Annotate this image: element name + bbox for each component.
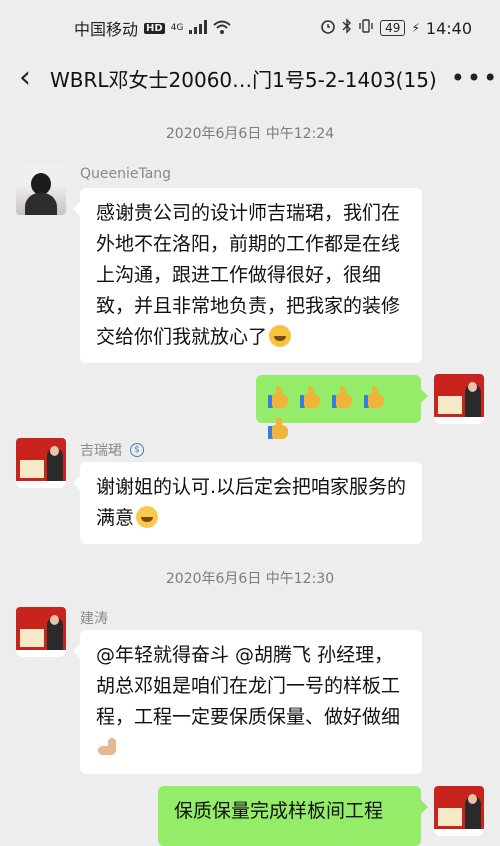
sender-name: QueenieTang [80,166,171,182]
muscle-emoji-icon [96,736,120,758]
carrier-label: 中国移动 [74,20,139,39]
sender-label: QueenieTang [80,166,172,182]
message-text: 感谢贵公司的设计师吉瑞珺，我们在外地不在洛阳，前期的工作都是在线上沟通，跟进工作… [96,202,401,348]
thumbs-up-icon [268,386,290,410]
message-text: @年轻就得奋斗 @胡腾飞 孙经理，胡总邓姐是咱们在龙门一号的样板工程，工程一定要… [96,644,401,728]
grin-emoji-icon [269,325,292,347]
status-right: 49 ⚡ 14:40 [320,18,472,38]
more-button[interactable]: ••• [450,64,500,92]
chat-header: ‹ WBRL邓女士20060…门1号5-2-1403(15) ••• [0,56,500,100]
thumbs-up-icon [364,386,386,410]
message-bubble[interactable]: @年轻就得奋斗 @胡腾飞 孙经理，胡总邓姐是咱们在龙门一号的样板工程，工程一定要… [73,630,422,774]
verified-icon: $ [130,443,144,457]
my-avatar[interactable] [434,786,484,836]
message-bubble[interactable]: 保质保量完成样板间工程 [158,786,428,846]
sender-label: 吉瑞珺 [80,443,122,459]
avatar[interactable] [16,438,66,488]
message-timestamp: 2020年6月6日 中午12:24 [165,126,335,142]
thumbs-up-icon [332,386,354,410]
status-left: 中国移动 HD 4G [74,16,232,40]
hd-badge: HD [144,22,165,34]
message-bubble[interactable]: 感谢贵公司的设计师吉瑞珺，我们在外地不在洛阳，前期的工作都是在线上沟通，跟进工作… [73,188,422,363]
thumbs-up-icon [268,417,290,441]
message-text: 保质保量完成样板间工程 [174,800,384,822]
bluetooth-icon [342,18,352,38]
avatar[interactable] [16,165,66,215]
message-bubble[interactable] [256,375,428,439]
status-bar: 中国移动 HD 4G 49 ⚡ 14:40 [0,0,500,56]
charging-icon: ⚡ [411,21,420,35]
sender-name: 吉瑞珺 $ [80,440,144,460]
message-bubble[interactable]: 谢谢姐的认可.以后定会把咱家服务的满意 [73,462,422,544]
sender-label: 建涛 [80,611,108,627]
back-button[interactable]: ‹ [0,56,50,100]
wifi-icon [213,19,232,38]
sender-name: 建涛 [80,608,108,628]
blush-emoji-icon [136,506,159,528]
chat-title: WBRL邓女士20060…门1号5-2-1403(15) [50,67,437,92]
battery-level: 49 [380,20,406,36]
thumbs-up-icon [300,386,322,410]
vibrate-icon [358,18,374,38]
my-avatar[interactable] [434,374,484,424]
avatar[interactable] [16,607,66,657]
network-type: 4G [170,23,184,33]
clock: 14:40 [425,18,472,38]
message-timestamp: 2020年6月6日 中午12:30 [165,571,335,587]
more-dots-icon: ••• [450,64,500,92]
alarm-icon [320,18,336,38]
chevron-left-icon: ‹ [19,60,31,95]
signal-icon [189,19,208,38]
